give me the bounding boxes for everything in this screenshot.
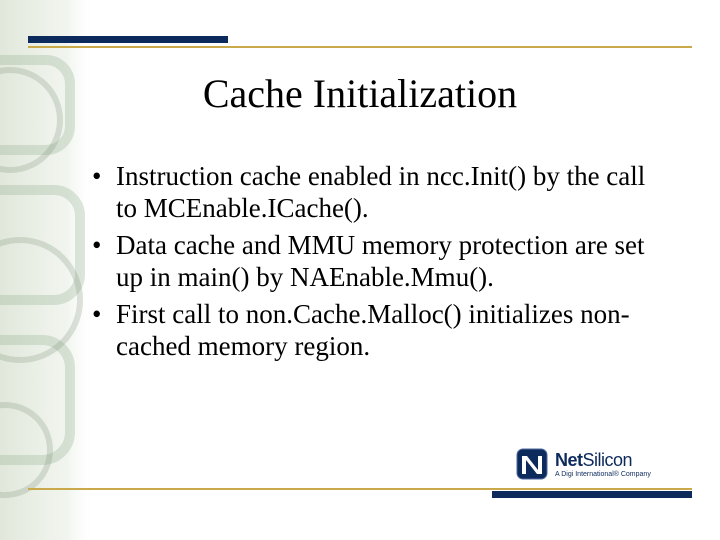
bottom-rule-gold [28,488,692,490]
logo-text: NetSilicon A Digi International® Company [555,451,651,478]
list-item: Instruction cache enabled in ncc.Init() … [88,160,648,225]
logo-name-suffix: Silicon [583,450,633,470]
logo-mark-icon [515,447,549,481]
bullet-list: Instruction cache enabled in ncc.Init() … [88,160,648,362]
slide: Cache Initialization Instruction cache e… [0,0,720,540]
page-title: Cache Initialization [0,70,720,117]
list-item: First call to non.Cache.Malloc() initial… [88,298,648,363]
netsilicon-logo: NetSilicon A Digi International® Company [515,444,680,484]
list-item: Data cache and MMU memory protection are… [88,229,648,294]
logo-name: NetSilicon [555,451,651,469]
top-rule-gold [28,46,692,48]
bottom-rule-navy [492,491,692,498]
body-content: Instruction cache enabled in ncc.Init() … [88,160,648,366]
top-rule-navy [28,36,228,43]
logo-tagline: A Digi International® Company [555,471,651,478]
logo-name-prefix: Net [555,450,583,470]
